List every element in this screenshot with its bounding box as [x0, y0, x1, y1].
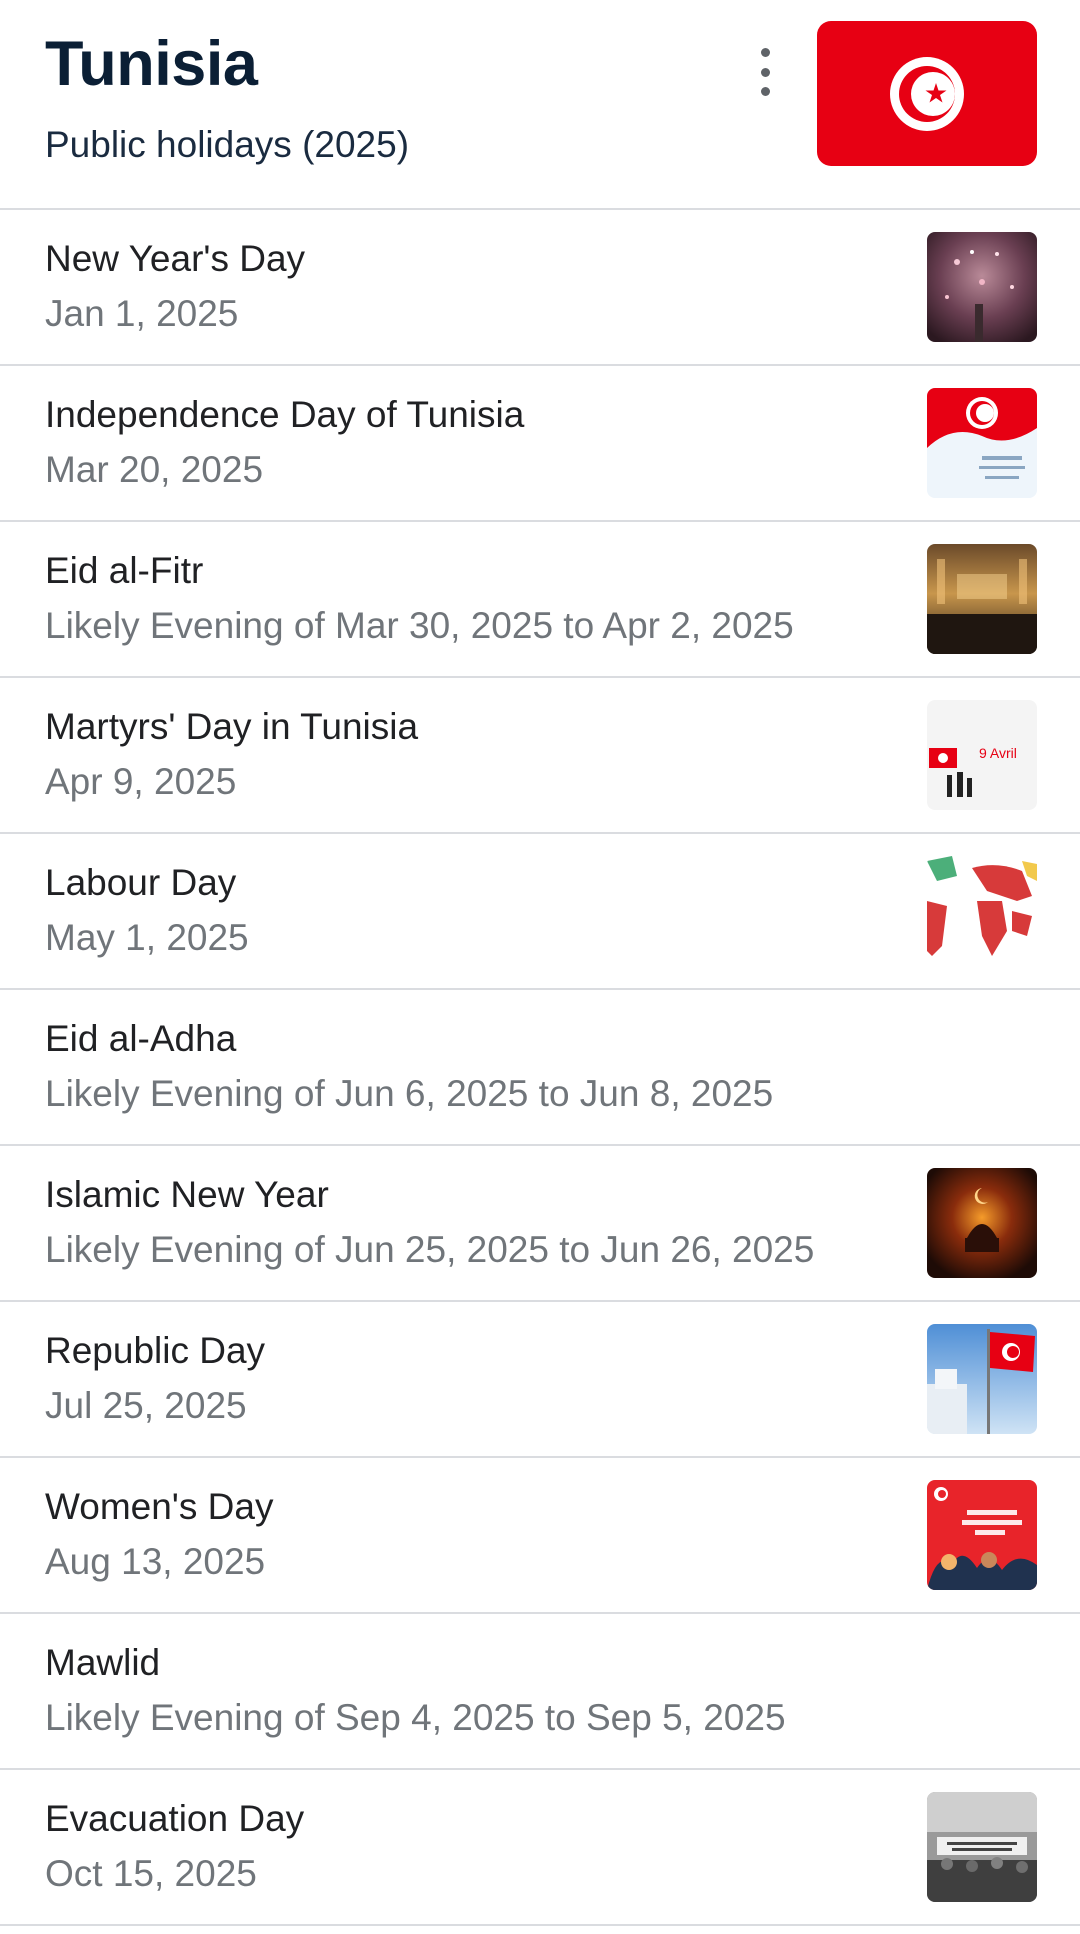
womens-day-poster-image — [927, 1480, 1037, 1590]
holiday-row[interactable]: Eid al-Adha Likely Evening of Jun 6, 202… — [0, 990, 1080, 1146]
holiday-name: Evacuation Day — [45, 1798, 305, 1839]
page-title: Tunisia — [45, 29, 258, 99]
more-vert-icon[interactable] — [748, 48, 782, 96]
holiday-row[interactable]: Mawlid Likely Evening of Sep 4, 2025 to … — [0, 1614, 1080, 1770]
holiday-date: Jan 1, 2025 — [45, 293, 239, 334]
holiday-row[interactable]: Martyrs' Day in Tunisia Apr 9, 2025 9 Av… — [0, 678, 1080, 834]
holiday-date: Likely Evening of Mar 30, 2025 to Apr 2,… — [45, 605, 794, 646]
holiday-name: Martyrs' Day in Tunisia — [45, 706, 419, 747]
holiday-row[interactable]: New Year's Day Jan 1, 2025 — [0, 210, 1080, 366]
holiday-name: Eid al-Fitr — [45, 550, 204, 591]
tunisia-flag-icon — [817, 21, 1037, 166]
header: Tunisia Public holidays (2025) — [0, 0, 1080, 210]
historic-photo-image — [927, 1792, 1037, 1902]
holiday-row[interactable]: Islamic New Year Likely Evening of Jun 2… — [0, 1146, 1080, 1302]
holiday-row[interactable]: Independence Day of Tunisia Mar 20, 2025 — [0, 366, 1080, 522]
holiday-name: Labour Day — [45, 862, 237, 903]
mosque-crowd-image — [927, 544, 1037, 654]
page-subtitle: Public holidays (2025) — [45, 124, 410, 165]
holiday-row[interactable]: Republic Day Jul 25, 2025 — [0, 1302, 1080, 1458]
holiday-date: Mar 20, 2025 — [45, 449, 264, 490]
holiday-row[interactable]: Women's Day Aug 13, 2025 — [0, 1458, 1080, 1614]
holiday-row[interactable]: Evacuation Day Oct 15, 2025 — [0, 1770, 1080, 1926]
holiday-date: Oct 15, 2025 — [45, 1853, 257, 1894]
holiday-name: Republic Day — [45, 1330, 266, 1371]
world-map-image — [927, 856, 1037, 966]
holiday-row[interactable]: Labour Day May 1, 2025 — [0, 834, 1080, 990]
holiday-date: Jul 25, 2025 — [45, 1385, 247, 1426]
holiday-date: Likely Evening of Jun 25, 2025 to Jun 26… — [45, 1229, 815, 1270]
holiday-name: Mawlid — [45, 1642, 161, 1683]
holiday-name: Islamic New Year — [45, 1174, 329, 1215]
holiday-list: New Year's Day Jan 1, 2025 Independence … — [0, 210, 1080, 1926]
martyrs-day-card-image: 9 Avril — [927, 700, 1037, 810]
flag-on-pole-image — [927, 1324, 1037, 1434]
holiday-row[interactable]: Eid al-Fitr Likely Evening of Mar 30, 20… — [0, 522, 1080, 678]
holiday-date: Apr 9, 2025 — [45, 761, 237, 802]
holiday-date: May 1, 2025 — [45, 917, 249, 958]
holiday-date: Likely Evening of Jun 6, 2025 to Jun 8, … — [45, 1073, 774, 1114]
crescent-mosque-image — [927, 1168, 1037, 1278]
tunisia-flag-card-image — [927, 388, 1037, 498]
fireworks-image — [927, 232, 1037, 342]
holiday-name: Independence Day of Tunisia — [45, 394, 525, 435]
holiday-date: Aug 13, 2025 — [45, 1541, 266, 1582]
holiday-name: Women's Day — [45, 1486, 274, 1527]
svg-text:9 Avril: 9 Avril — [979, 745, 1017, 761]
holiday-date: Likely Evening of Sep 4, 2025 to Sep 5, … — [45, 1697, 786, 1738]
holiday-name: New Year's Day — [45, 238, 306, 279]
holiday-name: Eid al-Adha — [45, 1018, 237, 1059]
